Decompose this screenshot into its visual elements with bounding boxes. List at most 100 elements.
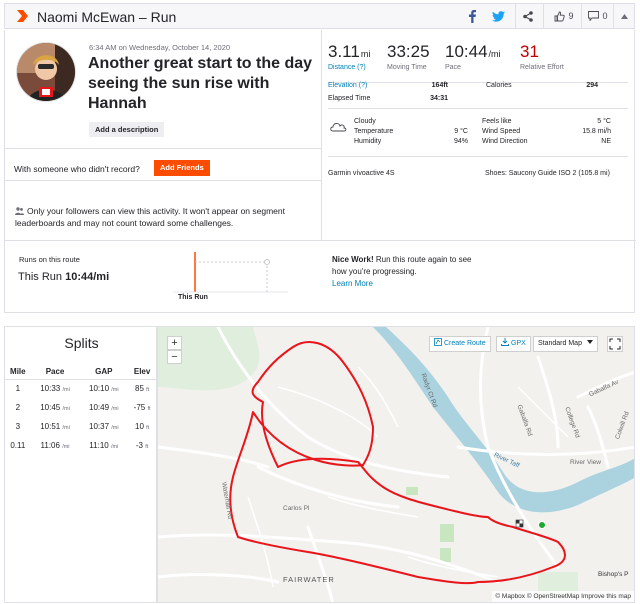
humidity-value: 94%: [453, 138, 468, 145]
kudos-count: 9: [568, 11, 574, 21]
section-divider: [5, 240, 636, 241]
add-description-button[interactable]: Add a description: [89, 122, 165, 137]
athlete-avatar[interactable]: [16, 42, 76, 102]
stat-relative-effort[interactable]: 31 Relative Effort: [520, 42, 564, 71]
privacy-text: Only your followers can view this activi…: [15, 206, 285, 228]
section-divider: [328, 108, 628, 109]
split-gap-unit: /mi: [111, 425, 119, 431]
kudos-button[interactable]: 9: [550, 7, 578, 25]
gpx-download-button[interactable]: GPX: [496, 336, 531, 352]
map-style-select[interactable]: Standard Map: [533, 336, 598, 352]
stat-distance: 3.11mi Distance (?): [328, 42, 370, 71]
wind-direction-label: Wind Direction: [482, 138, 528, 145]
strava-chevron-icon: [17, 10, 28, 22]
header-divider: [581, 4, 582, 28]
stat-pace: 10:44/mi Pace: [445, 42, 501, 71]
map-label-carlos-pl: Carlos Pl: [283, 505, 310, 512]
split-gap: 10:49: [89, 403, 110, 412]
splits-header-mile: Mile: [5, 365, 31, 380]
this-run-prefix: This Run: [18, 271, 63, 283]
collapse-caret-icon[interactable]: [616, 7, 632, 25]
twitter-share-icon[interactable]: [490, 7, 506, 25]
route-map[interactable]: FAIRWATER River Taff Bishop's P Carlos P…: [157, 326, 635, 603]
thumbs-up-icon: [555, 11, 566, 21]
zoom-out-button[interactable]: −: [167, 350, 182, 364]
section-divider: [5, 148, 321, 149]
weather-condition: Cloudy: [354, 118, 376, 125]
fullscreen-icon: [609, 338, 621, 350]
map-label-bishops-park: Bishop's P: [598, 571, 629, 578]
split-gap: 10:37: [89, 422, 110, 431]
wind-speed-label: Wind Speed: [482, 128, 521, 135]
stat-moving-time: 33:25 Moving Time: [387, 42, 430, 71]
split-elev-unit: ft: [145, 444, 149, 450]
split-pace: 10:33: [40, 384, 61, 394]
pace-label: Pace: [445, 64, 461, 71]
route-chart-label: This Run: [178, 294, 208, 301]
map-canvas[interactable]: [158, 327, 635, 603]
route-icon: [434, 338, 442, 346]
split-pace: 10:51: [40, 422, 61, 431]
split-elev-unit: ft: [146, 387, 150, 394]
cloudy-icon: [330, 123, 347, 132]
split-elev-unit: ft: [146, 425, 150, 431]
section-divider: [5, 180, 321, 181]
distance-label[interactable]: Distance (?): [328, 64, 370, 71]
split-row[interactable]: 0.11 11:06 /mi 11:10 /mi -3 ft: [5, 436, 156, 455]
comment-icon: [588, 11, 600, 21]
map-attribution[interactable]: © Mapbox © OpenStreetMap Improve this ma…: [492, 591, 634, 602]
this-run-pace: This Run 10:44/mi: [18, 271, 109, 283]
pace-value: 10:44: [445, 42, 488, 61]
fullscreen-button[interactable]: [607, 336, 623, 352]
followers-icon: [15, 207, 24, 215]
activity-header: Naomi McEwan – Run 9 0: [4, 3, 635, 29]
split-row[interactable]: 2 10:45 /mi 10:49 /mi -75 ft: [5, 398, 156, 417]
relative-effort-value: 31: [520, 42, 539, 61]
activity-title: Another great start to the day seeing th…: [88, 55, 313, 112]
split-elev-unit: ft: [147, 406, 151, 412]
splits-header-row: Mile Pace GAP Elev: [5, 365, 156, 380]
elevation-label[interactable]: Elevation (?): [328, 82, 367, 89]
learn-more-link[interactable]: Learn More: [332, 279, 373, 288]
header-divider: [543, 4, 544, 28]
section-divider: [328, 156, 628, 157]
shoes-info: Shoes: Saucony Guide ISO 2 (105.8 mi): [485, 170, 610, 177]
split-gap-unit: /mi: [110, 444, 119, 450]
comment-count: 0: [602, 11, 608, 21]
add-friends-button[interactable]: Add Friends: [154, 160, 210, 176]
activity-summary-card: 6:34 AM on Wednesday, October 14, 2020 A…: [4, 30, 636, 313]
nice-work-bold: Nice Work!: [332, 255, 374, 264]
split-row[interactable]: 3 10:51 /mi 10:37 /mi 10 ft: [5, 417, 156, 436]
wind-speed-value: 15.8 mi/h: [582, 128, 611, 135]
share-icon[interactable]: [521, 7, 535, 25]
map-label-river-view: River View: [570, 459, 601, 466]
split-mile: 2: [15, 403, 21, 412]
header-title: Naomi McEwan – Run: [37, 9, 177, 25]
activity-date: 6:34 AM on Wednesday, October 14, 2020: [89, 43, 231, 52]
zoom-in-button[interactable]: +: [167, 336, 182, 350]
chevron-down-icon: [586, 340, 593, 344]
split-pace-unit: /mi: [62, 425, 70, 431]
comment-button[interactable]: 0: [586, 7, 610, 25]
split-mile: 1: [15, 384, 21, 394]
facebook-share-icon[interactable]: [465, 7, 479, 25]
wind-direction-value: NE: [601, 138, 611, 145]
split-gap-unit: /mi: [111, 387, 119, 394]
relative-effort-label: Relative Effort: [520, 64, 564, 71]
section-divider: [328, 82, 628, 83]
feels-like-label: Feels like: [482, 118, 512, 125]
temperature-label: Temperature: [354, 128, 394, 135]
moving-time-label: Moving Time: [387, 64, 427, 71]
temperature-value: 9 °C: [454, 128, 468, 135]
split-row[interactable]: 1 10:33 /mi 10:10 /mi 85 ft: [5, 379, 156, 398]
split-elev: 10: [135, 422, 144, 431]
split-elev: -75: [133, 403, 146, 412]
split-mile: 0.11: [10, 441, 26, 450]
create-route-button[interactable]: Create Route: [429, 336, 491, 352]
gpx-label: GPX: [511, 340, 526, 347]
map-label-fairwater: FAIRWATER: [283, 575, 335, 584]
this-run-pace-value: 10:44/mi: [65, 271, 110, 283]
splits-title: Splits: [64, 335, 99, 351]
elapsed-label: Elapsed Time: [328, 95, 371, 102]
splits-header-gap: GAP: [79, 365, 129, 380]
